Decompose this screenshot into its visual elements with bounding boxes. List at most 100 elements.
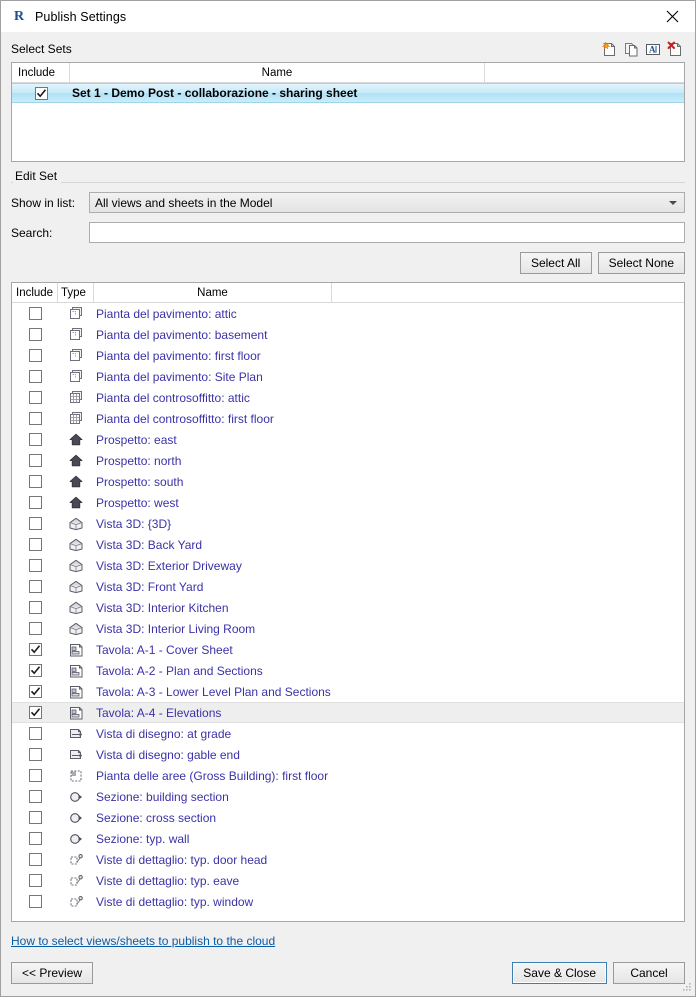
row-checkbox-cell[interactable]	[12, 895, 58, 908]
table-row[interactable]: Pianta del pavimento: attic	[12, 303, 684, 324]
table-row[interactable]: Vista di disegno: at grade	[12, 723, 684, 744]
table-row[interactable]: Tavola: A-1 - Cover Sheet	[12, 639, 684, 660]
views-list[interactable]: Include Type Name Pianta del pavimento: …	[11, 282, 685, 922]
row-checkbox[interactable]	[28, 811, 42, 824]
row-checkbox[interactable]	[28, 643, 42, 656]
table-row[interactable]: Tavola: A-3 - Lower Level Plan and Secti…	[12, 681, 684, 702]
sets-col-name[interactable]: Name	[70, 63, 485, 82]
table-row[interactable]: Viste di dettaglio: typ. window	[12, 891, 684, 912]
table-row[interactable]: Vista di disegno: gable end	[12, 744, 684, 765]
help-link[interactable]: How to select views/sheets to publish to…	[11, 934, 275, 948]
row-checkbox-cell[interactable]	[12, 454, 58, 467]
row-checkbox-cell[interactable]	[12, 790, 58, 803]
row-checkbox[interactable]	[28, 370, 42, 383]
table-row[interactable]: Pianta del controsoffitto: first floor	[12, 408, 684, 429]
table-row[interactable]: Vista 3D: Front Yard	[12, 576, 684, 597]
table-row[interactable]: Prospetto: east	[12, 429, 684, 450]
row-checkbox-cell[interactable]	[12, 769, 58, 782]
sets-list[interactable]: Include Name Set 1 - Demo Post - collabo…	[11, 62, 685, 162]
sets-col-include[interactable]: Include	[12, 63, 70, 82]
table-row[interactable]: Prospetto: south	[12, 471, 684, 492]
row-checkbox-cell[interactable]	[12, 622, 58, 635]
row-checkbox-cell[interactable]	[12, 559, 58, 572]
table-row[interactable]: Vista 3D: Interior Living Room	[12, 618, 684, 639]
row-checkbox[interactable]	[28, 517, 42, 530]
row-checkbox-cell[interactable]	[12, 580, 58, 593]
views-col-include[interactable]: Include	[12, 283, 58, 302]
delete-set-button[interactable]	[666, 40, 685, 59]
table-row[interactable]: Viste di dettaglio: typ. eave	[12, 870, 684, 891]
row-checkbox[interactable]	[28, 454, 42, 467]
preview-button[interactable]: << Preview	[11, 962, 94, 984]
save-close-button[interactable]: Save & Close	[512, 962, 607, 984]
sets-row-checkbox[interactable]	[34, 86, 48, 100]
select-none-button[interactable]: Select None	[597, 252, 685, 274]
row-checkbox-cell[interactable]	[12, 832, 58, 845]
row-checkbox[interactable]	[28, 727, 42, 740]
row-checkbox-cell[interactable]	[12, 475, 58, 488]
row-checkbox[interactable]	[28, 475, 42, 488]
duplicate-set-button[interactable]	[622, 40, 641, 59]
row-checkbox[interactable]	[28, 790, 42, 803]
views-col-type[interactable]: Type	[58, 283, 94, 302]
row-checkbox[interactable]	[28, 601, 42, 614]
close-button[interactable]	[649, 1, 695, 32]
row-checkbox[interactable]	[28, 307, 42, 320]
row-checkbox[interactable]	[28, 580, 42, 593]
sets-row-checkbox-cell[interactable]	[12, 86, 70, 100]
table-row[interactable]: Pianta del pavimento: basement	[12, 324, 684, 345]
row-checkbox-cell[interactable]	[12, 706, 58, 719]
table-row[interactable]: Vista 3D: Back Yard	[12, 534, 684, 555]
table-row[interactable]: Tavola: A-4 - Elevations	[12, 702, 684, 723]
table-row[interactable]: Vista 3D: Exterior Driveway	[12, 555, 684, 576]
row-checkbox-cell[interactable]	[12, 517, 58, 530]
row-checkbox[interactable]	[28, 706, 42, 719]
table-row[interactable]: Prospetto: north	[12, 450, 684, 471]
row-checkbox[interactable]	[28, 895, 42, 908]
row-checkbox-cell[interactable]	[12, 349, 58, 362]
row-checkbox[interactable]	[28, 874, 42, 887]
row-checkbox[interactable]	[28, 769, 42, 782]
show-in-list-select[interactable]: All views and sheets in the Model	[89, 192, 685, 213]
row-checkbox-cell[interactable]	[12, 328, 58, 341]
row-checkbox[interactable]	[28, 559, 42, 572]
views-col-name[interactable]: Name	[94, 283, 332, 302]
search-input[interactable]	[89, 222, 685, 243]
row-checkbox-cell[interactable]	[12, 664, 58, 677]
table-row[interactable]: Pianta del controsoffitto: attic	[12, 387, 684, 408]
select-all-button[interactable]: Select All	[519, 252, 592, 274]
row-checkbox-cell[interactable]	[12, 685, 58, 698]
table-row[interactable]: Vista 3D: {3D}	[12, 513, 684, 534]
table-row[interactable]: Vista 3D: Interior Kitchen	[12, 597, 684, 618]
row-checkbox-cell[interactable]	[12, 601, 58, 614]
row-checkbox-cell[interactable]	[12, 496, 58, 509]
table-row[interactable]: Pianta del pavimento: first floor	[12, 345, 684, 366]
row-checkbox-cell[interactable]	[12, 748, 58, 761]
resize-grip-icon[interactable]	[680, 981, 692, 993]
table-row[interactable]: Tavola: A-2 - Plan and Sections	[12, 660, 684, 681]
row-checkbox[interactable]	[28, 349, 42, 362]
table-row[interactable]: Sezione: typ. wall	[12, 828, 684, 849]
row-checkbox-cell[interactable]	[12, 811, 58, 824]
new-set-button[interactable]	[600, 40, 619, 59]
row-checkbox[interactable]	[28, 685, 42, 698]
row-checkbox[interactable]	[28, 853, 42, 866]
row-checkbox-cell[interactable]	[12, 874, 58, 887]
row-checkbox-cell[interactable]	[12, 412, 58, 425]
sets-row[interactable]: Set 1 - Demo Post - collaborazione - sha…	[12, 83, 684, 103]
table-row[interactable]: Viste di dettaglio: typ. door head	[12, 849, 684, 870]
row-checkbox-cell[interactable]	[12, 853, 58, 866]
table-row[interactable]: Pianta del pavimento: Site Plan	[12, 366, 684, 387]
row-checkbox[interactable]	[28, 328, 42, 341]
row-checkbox[interactable]	[28, 433, 42, 446]
row-checkbox-cell[interactable]	[12, 727, 58, 740]
table-row[interactable]: Sezione: building section	[12, 786, 684, 807]
row-checkbox-cell[interactable]	[12, 370, 58, 383]
row-checkbox[interactable]	[28, 832, 42, 845]
table-row[interactable]: Pianta delle aree (Gross Building): firs…	[12, 765, 684, 786]
row-checkbox[interactable]	[28, 748, 42, 761]
cancel-button[interactable]: Cancel	[613, 962, 685, 984]
row-checkbox-cell[interactable]	[12, 643, 58, 656]
rename-set-button[interactable]: A	[644, 40, 663, 59]
row-checkbox[interactable]	[28, 412, 42, 425]
